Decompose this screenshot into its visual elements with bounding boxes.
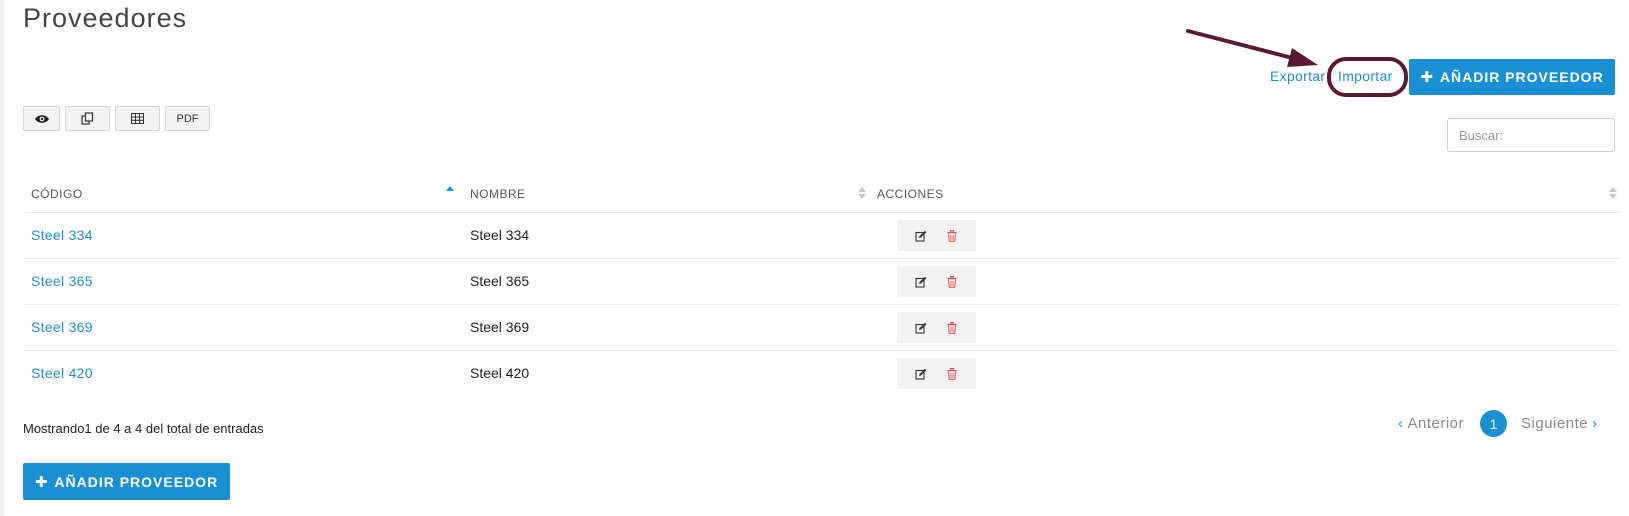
add-supplier-button[interactable]: ✚ AÑADIR PROVEEDOR xyxy=(1409,59,1615,95)
entries-summary: Mostrando1 de 4 a 4 del total de entrada… xyxy=(23,421,264,436)
row-actions xyxy=(897,220,976,251)
previous-page-button[interactable]: ‹ Anterior xyxy=(1394,415,1464,432)
column-header-name[interactable]: NOMBRE xyxy=(470,187,526,201)
page-title: Proveedores xyxy=(23,3,188,33)
copy-icon xyxy=(81,112,94,125)
sort-icon[interactable] xyxy=(1608,184,1618,202)
supplier-name: Steel 365 xyxy=(470,273,530,289)
export-toolbar: PDF xyxy=(23,106,210,131)
supplier-name: Steel 369 xyxy=(470,319,530,335)
next-page-button[interactable]: Siguiente › xyxy=(1521,415,1602,432)
copy-button[interactable] xyxy=(65,106,110,131)
page-number-button[interactable]: 1 xyxy=(1480,410,1508,437)
previous-label: Anterior xyxy=(1407,415,1465,432)
chevron-right-icon: › xyxy=(1592,415,1598,432)
add-supplier-label: AÑADIR PROVEEDOR xyxy=(54,473,219,490)
trash-icon[interactable] xyxy=(944,274,960,290)
row-actions xyxy=(897,358,976,389)
supplier-code-link[interactable]: Steel 365 xyxy=(31,273,93,289)
edit-icon[interactable] xyxy=(913,366,929,382)
supplier-code-link[interactable]: Steel 369 xyxy=(31,319,93,335)
left-strip xyxy=(0,0,4,516)
table-icon xyxy=(131,113,144,124)
pdf-button[interactable]: PDF xyxy=(165,106,210,131)
add-supplier-button-bottom[interactable]: ✚ AÑADIR PROVEEDOR xyxy=(23,463,230,500)
trash-icon[interactable] xyxy=(944,320,960,336)
pdf-label: PDF xyxy=(176,112,199,125)
edit-icon[interactable] xyxy=(913,228,929,244)
edit-icon[interactable] xyxy=(913,274,929,290)
table-row: Steel 334 Steel 334 xyxy=(25,213,1620,259)
next-label: Siguiente xyxy=(1521,415,1589,432)
export-link[interactable]: Exportar xyxy=(1270,68,1325,84)
search-input[interactable] xyxy=(1447,118,1615,152)
pagination: ‹ Anterior 1 Siguiente › xyxy=(1394,410,1602,437)
trash-icon[interactable] xyxy=(944,366,960,382)
sort-icon[interactable] xyxy=(857,184,867,202)
supplier-code-link[interactable]: Steel 420 xyxy=(31,365,93,381)
column-header-actions: ACCIONES xyxy=(877,187,944,201)
supplier-code-link[interactable]: Steel 334 xyxy=(31,227,93,243)
table-header: CÓDIGO NOMBRE ACCIONES xyxy=(25,175,1620,213)
plus-icon: ✚ xyxy=(1420,69,1434,86)
supplier-name: Steel 334 xyxy=(470,227,530,243)
annotation-arrow xyxy=(1186,29,1318,67)
column-header-code[interactable]: CÓDIGO xyxy=(31,187,83,201)
table-row: Steel 365 Steel 365 xyxy=(25,259,1620,305)
view-toggle-button[interactable] xyxy=(23,106,60,131)
plus-icon: ✚ xyxy=(34,473,49,491)
eye-icon xyxy=(34,114,49,123)
edit-icon[interactable] xyxy=(913,320,929,336)
sort-ascending-icon[interactable] xyxy=(445,184,455,202)
suppliers-table: CÓDIGO NOMBRE ACCIONES Steel 334 Steel 3… xyxy=(25,175,1620,397)
import-link[interactable]: Importar xyxy=(1338,68,1393,84)
table-row: Steel 420 Steel 420 xyxy=(25,351,1620,397)
trash-icon[interactable] xyxy=(944,228,960,244)
row-actions xyxy=(897,266,976,297)
page: Proveedores Exportar Importar ✚ AÑADIR P… xyxy=(0,0,1629,516)
add-supplier-label: AÑADIR PROVEEDOR xyxy=(1439,69,1604,85)
table-row: Steel 369 Steel 369 xyxy=(25,305,1620,351)
chevron-left-icon: ‹ xyxy=(1398,415,1404,432)
supplier-name: Steel 420 xyxy=(470,365,530,381)
row-actions xyxy=(897,312,976,343)
excel-button[interactable] xyxy=(115,106,160,131)
